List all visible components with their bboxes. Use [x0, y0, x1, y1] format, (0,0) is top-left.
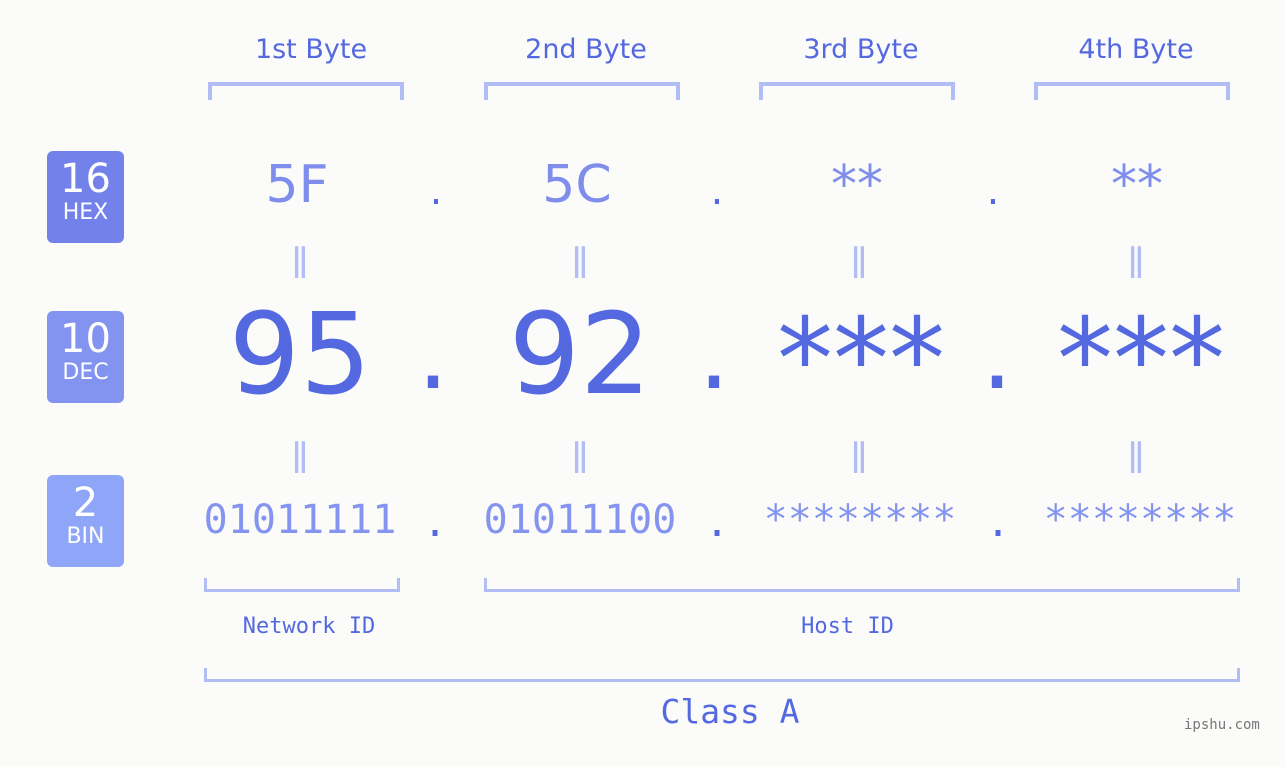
- header-byte-4: 4th Byte: [1078, 34, 1194, 65]
- badge-bin-num: 2: [72, 480, 99, 526]
- hex-byte-1: 5F: [265, 155, 329, 215]
- bin-byte-2: 01011100: [483, 497, 677, 543]
- hex-byte-2: 5C: [542, 155, 612, 215]
- hex-dot-3: .: [986, 168, 1000, 214]
- host-id-bracket: [484, 578, 1240, 592]
- hex-dot-2: .: [710, 168, 724, 214]
- class-label: Class A: [660, 692, 800, 731]
- header-byte-3: 3rd Byte: [803, 34, 919, 65]
- class-bracket: [204, 668, 1240, 682]
- equals-hex-dec-2: ǁ: [571, 240, 589, 280]
- dec-byte-3: ***: [777, 295, 945, 425]
- badge-bin-label: BIN: [66, 524, 105, 549]
- hex-dot-1: .: [429, 168, 443, 214]
- dec-byte-2: 92: [508, 290, 652, 420]
- bin-byte-4: ********: [1043, 497, 1237, 543]
- badge-hex-num: 16: [60, 156, 111, 202]
- header-byte-2: 2nd Byte: [525, 34, 647, 65]
- dec-byte-4: ***: [1057, 295, 1225, 425]
- bracket-byte-2: [484, 82, 680, 100]
- bin-dot-3: .: [985, 500, 1011, 546]
- badge-hex-label: HEX: [62, 200, 109, 225]
- bin-dot-1: .: [422, 500, 448, 546]
- dec-byte-1: 95: [228, 290, 372, 420]
- network-id-bracket: [204, 578, 400, 592]
- bracket-byte-1: [208, 82, 404, 100]
- equals-hex-dec-3: ǁ: [850, 240, 868, 280]
- bin-byte-3: ********: [763, 497, 957, 543]
- bracket-byte-4: [1034, 82, 1230, 100]
- hex-byte-3: **: [831, 155, 883, 215]
- equals-hex-dec-4: ǁ: [1127, 240, 1145, 280]
- equals-dec-bin-2: ǁ: [571, 435, 589, 475]
- equals-dec-bin-4: ǁ: [1127, 435, 1145, 475]
- bracket-byte-3: [759, 82, 955, 100]
- bin-dot-2: .: [704, 500, 730, 546]
- badge-hex: 16 HEX: [47, 151, 124, 243]
- equals-dec-bin-1: ǁ: [291, 435, 309, 475]
- badge-dec: 10 DEC: [47, 311, 124, 403]
- badge-dec-num: 10: [60, 316, 111, 362]
- hex-byte-4: **: [1111, 155, 1163, 215]
- header-byte-1: 1st Byte: [254, 34, 368, 65]
- network-id-label: Network ID: [242, 614, 376, 639]
- equals-hex-dec-1: ǁ: [291, 240, 309, 280]
- badge-bin: 2 BIN: [47, 475, 124, 567]
- equals-dec-bin-3: ǁ: [850, 435, 868, 475]
- badge-dec-label: DEC: [62, 360, 109, 385]
- watermark: ipshu.com: [1184, 717, 1260, 733]
- bin-byte-1: 01011111: [203, 497, 397, 543]
- host-id-label: Host ID: [801, 614, 894, 639]
